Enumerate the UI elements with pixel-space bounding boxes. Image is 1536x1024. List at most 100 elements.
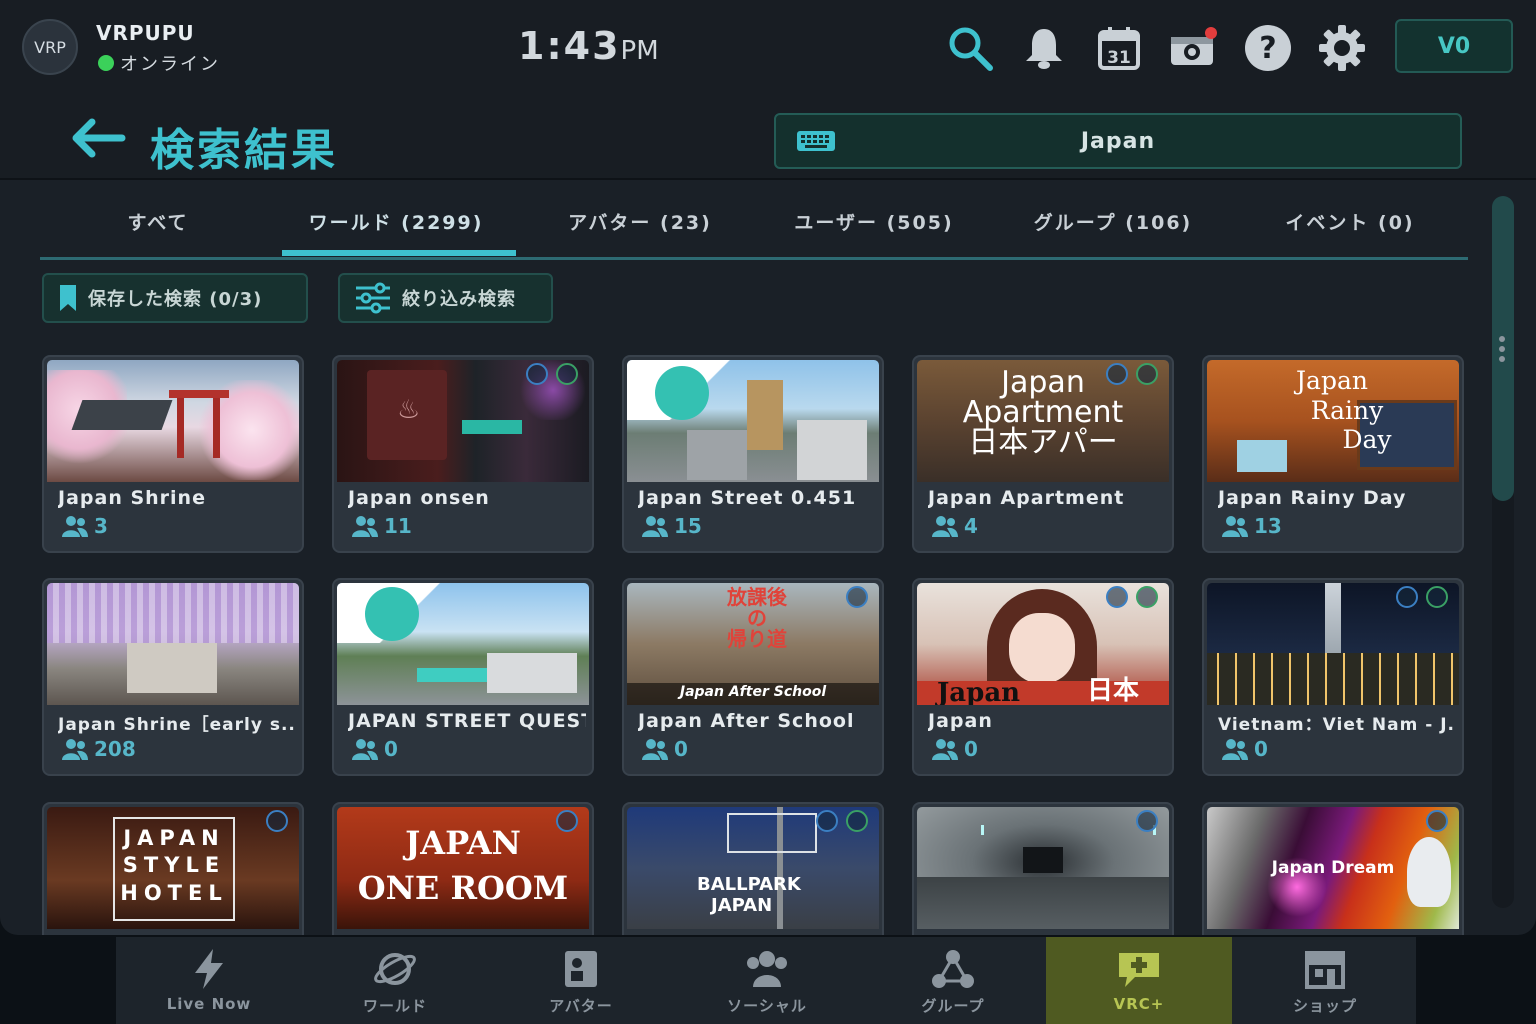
nav-label: ソーシャル [727, 997, 807, 1015]
thumbnail-text: Japan Rainy Day [1257, 366, 1407, 455]
tab-groups[interactable]: グループ (106) [1015, 208, 1211, 235]
player-count: 4 [932, 514, 978, 538]
groups-network-icon [932, 950, 974, 988]
nav-vrc-plus[interactable]: VRC+ [1046, 937, 1232, 1024]
bell-icon[interactable] [1018, 22, 1070, 74]
world-card-japan-one-room[interactable]: JAPAN ONE ROOM [332, 802, 594, 935]
vrc-plus-bubble-icon [1119, 953, 1159, 987]
player-count-value: 4 [964, 514, 978, 538]
users-icon [352, 739, 378, 760]
world-thumbnail: JAPAN ONE ROOM [337, 807, 589, 929]
nav-label: VRC+ [1113, 995, 1165, 1013]
nav-live-now[interactable]: Live Now [116, 937, 302, 1024]
nav-label: Live Now [166, 995, 252, 1013]
nav-groups[interactable]: グループ [860, 937, 1046, 1024]
users-icon [1222, 516, 1248, 537]
world-card-japan[interactable]: Japan 日本 Japan 0 [912, 578, 1174, 776]
users-icon [1222, 739, 1248, 760]
player-count: 15 [642, 514, 702, 538]
world-card-tunnel[interactable] [912, 802, 1174, 935]
world-thumbnail [47, 583, 299, 705]
thumbnail-text-line: 日本アパー [968, 425, 1118, 460]
credits-button[interactable]: V0 [1395, 19, 1513, 73]
thumbnail-text: Japan [937, 678, 1021, 705]
player-count: 0 [352, 737, 398, 761]
more-options-icon[interactable] [1498, 336, 1506, 366]
windows-platform-icon [1136, 810, 1158, 832]
world-card-japan-shrine[interactable]: Japan Shrine 3 [42, 355, 304, 553]
world-card-japan-street-quest[interactable]: JAPAN STREET QUEST 0 [332, 578, 594, 776]
users-icon [352, 516, 378, 537]
world-title: Japan Apartment [928, 487, 1125, 509]
world-thumbnail [627, 360, 879, 482]
world-card-japan-rainy-day[interactable]: Japan Rainy Day Japan Rainy Day 13 [1202, 355, 1464, 553]
world-thumbnail: Japan Rainy Day [1207, 360, 1459, 482]
user-avatar[interactable]: VRP [22, 19, 78, 75]
nav-shop[interactable]: ショップ [1232, 937, 1418, 1024]
tab-users[interactable]: ユーザー (505) [775, 208, 973, 235]
social-people-icon [747, 951, 787, 987]
svg-text:31: 31 [1107, 48, 1131, 68]
world-thumbnail [337, 583, 589, 705]
player-count: 11 [352, 514, 412, 538]
world-thumbnail: ♨ [337, 360, 589, 482]
saved-search-button[interactable]: 保存した検索 (0/3) [42, 273, 308, 323]
android-platform-icon [556, 363, 578, 385]
gear-icon[interactable] [1316, 22, 1368, 74]
world-title: Vietnam：Viet Nam - J... [1218, 715, 1456, 735]
nav-label: ショップ [1292, 997, 1357, 1015]
world-card-japan-apartment[interactable]: Japan Apartment 日本アパー Japan Apartment 4 [912, 355, 1174, 553]
search-icon[interactable] [944, 22, 996, 74]
world-title: JAPAN STREET QUEST [348, 710, 586, 732]
windows-platform-icon [1106, 363, 1128, 385]
camera-icon[interactable] [1167, 22, 1219, 74]
world-card-japan-shrine-early[interactable]: Japan Shrine［early s... 208 [42, 578, 304, 776]
world-card-vietnam[interactable]: Vietnam：Viet Nam - J... 0 [1202, 578, 1464, 776]
thumbnail-text-line: JAPAN [405, 824, 521, 862]
world-card-japan-after-school[interactable]: 放課後 の 帰り道 Japan After School Japan After… [622, 578, 884, 776]
world-card-japan-onsen[interactable]: ♨ Japan onsen 11 [332, 355, 594, 553]
thumbnail-text: Japan Apartment 日本アパー [917, 368, 1169, 458]
thumbnail-text-line: Rainy [1310, 395, 1384, 425]
nav-label: ワールド [362, 997, 427, 1015]
thumbnail-text-line: Day [1342, 425, 1392, 454]
tab-all[interactable]: すべて [80, 208, 236, 235]
page-title: 検索結果 [150, 125, 338, 176]
nav-worlds[interactable]: ワールド [302, 937, 488, 1024]
tab-events[interactable]: イベント (0) [1262, 208, 1438, 235]
thumbnail-text-line: STYLE [122, 853, 226, 878]
world-card-japan-street[interactable]: Japan Street 0.451 15 [622, 355, 884, 553]
nav-avatars[interactable]: アバター [488, 937, 674, 1024]
users-icon [642, 739, 668, 760]
search-field[interactable]: Japan [774, 113, 1462, 169]
thumbnail-text: 日本 [1087, 676, 1140, 705]
player-count: 3 [62, 514, 108, 538]
clock-time: 1:43 [518, 24, 621, 68]
thumbnail-text-line: Japan [1001, 365, 1085, 400]
world-thumbnail: JAPAN STYLE HOTEL [47, 807, 299, 929]
windows-platform-icon [526, 363, 548, 385]
world-thumbnail [1207, 583, 1459, 705]
avatar-puzzle-icon [565, 951, 597, 987]
calendar-icon[interactable]: 31 [1093, 22, 1145, 74]
thumbnail-text-line: 放課後 [727, 585, 787, 609]
thumbnail-text: 放課後 の 帰り道 [707, 587, 807, 650]
nav-social[interactable]: ソーシャル [674, 937, 860, 1024]
world-thumbnail: Japan 日本 [917, 583, 1169, 705]
player-count: 0 [642, 737, 688, 761]
tab-avatars[interactable]: アバター (23) [550, 208, 730, 235]
player-count: 208 [62, 737, 136, 761]
back-arrow-icon[interactable] [70, 118, 126, 162]
thumbnail-banner-text: Japan After School [679, 684, 827, 700]
scrollbar[interactable] [1492, 196, 1514, 908]
world-card-japan-style-hotel[interactable]: JAPAN STYLE HOTEL [42, 802, 304, 935]
tab-worlds[interactable]: ワールド (2299) [296, 208, 496, 235]
world-thumbnail: 放課後 の 帰り道 Japan After School [627, 583, 879, 705]
player-count: 0 [932, 737, 978, 761]
world-card-ballpark-japan[interactable]: BALLPARK JAPAN [622, 802, 884, 935]
thumbnail-text-line: HOTEL [120, 880, 228, 905]
shop-store-icon [1305, 951, 1345, 989]
help-icon[interactable]: ? [1242, 22, 1294, 74]
world-card-japan-dream[interactable]: Japan Dream [1202, 802, 1464, 935]
filter-button[interactable]: 絞り込み検索 [338, 273, 553, 323]
